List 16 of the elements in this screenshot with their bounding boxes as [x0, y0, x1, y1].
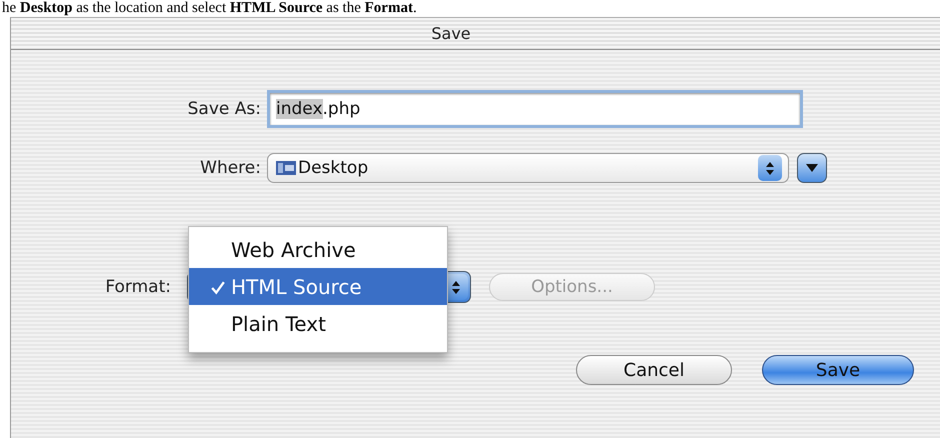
desktop-icon	[276, 160, 296, 176]
menu-item[interactable]: Plain Text	[189, 305, 447, 342]
input-field[interactable]: index.php	[267, 90, 803, 128]
cancel-button[interactable]: Cancel	[576, 355, 732, 385]
field-label: Format:	[104, 277, 172, 297]
menu-item[interactable]: HTML Source	[189, 268, 447, 305]
field-label: Save As:	[186, 99, 262, 119]
window-title: Save	[431, 24, 471, 43]
location-popup[interactable]: Desktop	[267, 153, 789, 183]
menu-item[interactable]: Web Archive	[189, 231, 447, 268]
expand-button[interactable]	[797, 153, 827, 183]
stepper-arrows-icon	[758, 155, 782, 181]
caption-text: he Desktop as the location and select HTML Source as the Format.	[1, 0, 418, 17]
save-button[interactable]: Save	[762, 355, 914, 385]
checkmark-icon	[211, 281, 225, 295]
field-label: Where:	[199, 158, 262, 178]
